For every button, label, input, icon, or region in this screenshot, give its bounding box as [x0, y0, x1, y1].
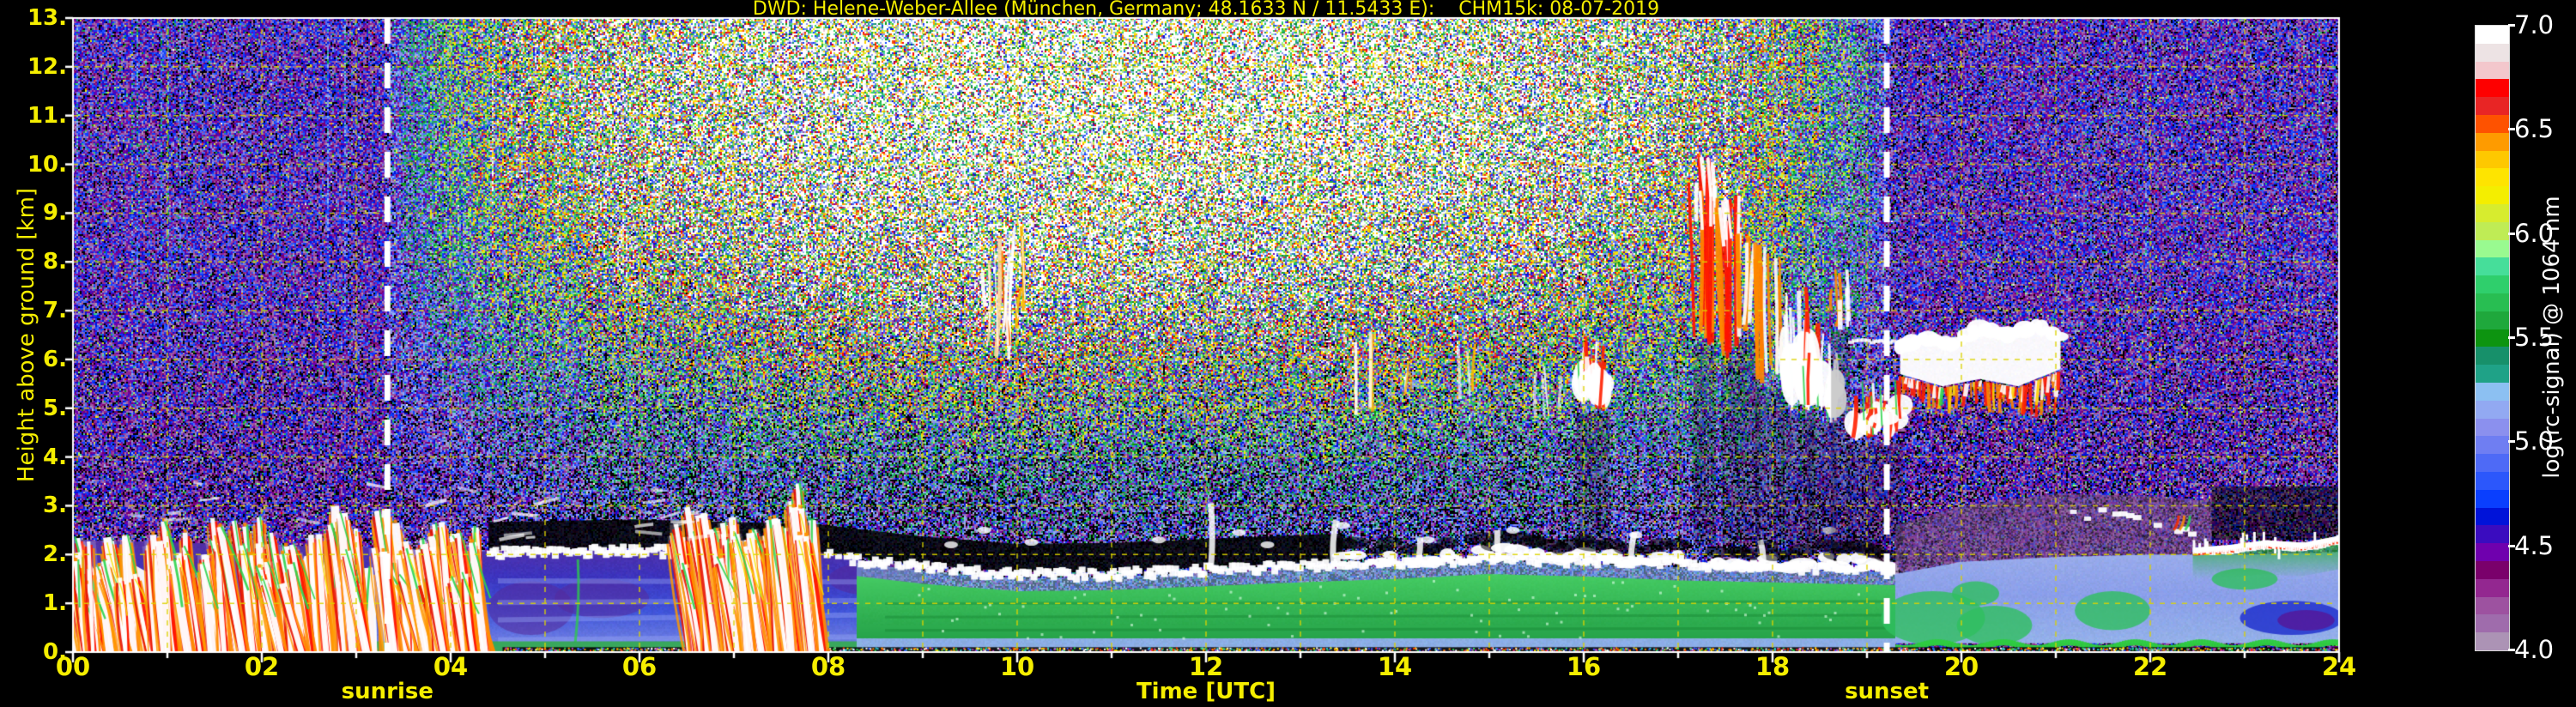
- colorbar-band: [2476, 79, 2509, 98]
- colorbar-band: [2476, 150, 2509, 169]
- colorbar-band: [2476, 632, 2509, 650]
- colorbar-band: [2476, 507, 2509, 526]
- x-tick-label: 20: [1943, 652, 1979, 681]
- x-tick-label: 18: [1755, 652, 1791, 681]
- x-tick-label: 08: [810, 652, 846, 681]
- x-tick-label: 06: [621, 652, 658, 681]
- y-tick-label: 10.: [27, 151, 67, 178]
- colorbar-band: [2476, 489, 2509, 508]
- colorbar-band: [2476, 436, 2509, 455]
- colorbar-band: [2476, 293, 2509, 311]
- colorbar-band: [2476, 454, 2509, 472]
- colorbar-band: [2476, 614, 2509, 633]
- y-tick-label: 12.: [27, 53, 67, 80]
- colorbar-band: [2476, 418, 2509, 437]
- y-tick-label: 5.: [43, 395, 67, 421]
- colorbar-band: [2476, 168, 2509, 187]
- colorbar-band: [2476, 61, 2509, 80]
- x-tick-label: 04: [433, 652, 469, 681]
- heatmap-canvas: [0, 0, 2576, 707]
- ceilometer-quicklook-figure: DWD: Helene-Weber-Allee (München, German…: [0, 0, 2576, 707]
- y-tick-label: 8.: [43, 249, 67, 275]
- colorbar-band: [2476, 186, 2509, 204]
- y-tick-label: 2.: [43, 541, 67, 568]
- colorbar-band: [2476, 239, 2509, 258]
- y-tick-label: 4.: [43, 444, 67, 470]
- colorbar-band: [2476, 114, 2509, 133]
- y-tick-label: 7.: [43, 298, 67, 324]
- colorbar-band: [2476, 275, 2509, 293]
- y-tick-label: 1.: [43, 590, 67, 617]
- colorbar-band: [2476, 203, 2509, 222]
- colorbar-band: [2476, 347, 2509, 366]
- colorbar-band: [2476, 132, 2509, 151]
- colorbar: [2475, 25, 2510, 651]
- colorbar-band: [2476, 257, 2509, 276]
- colorbar-band: [2476, 97, 2509, 115]
- x-tick-label: 16: [1566, 652, 1602, 681]
- colorbar-label: log(rc-signal) @ 1064 nm: [2539, 196, 2565, 479]
- colorbar-band: [2476, 471, 2509, 490]
- y-tick-label: 9.: [43, 200, 67, 227]
- x-tick-label: 02: [244, 652, 280, 681]
- colorbar-band: [2476, 382, 2509, 401]
- colorbar-band: [2476, 543, 2509, 561]
- colorbar-band: [2476, 525, 2509, 544]
- colorbar-band: [2476, 400, 2509, 419]
- y-tick-label: 13.: [27, 5, 67, 31]
- colorbar-band: [2476, 578, 2509, 597]
- colorbar-band: [2476, 365, 2509, 383]
- colorbar-band: [2476, 26, 2509, 44]
- x-tick-label: 24: [2321, 652, 2357, 681]
- y-tick-label: 6.: [43, 346, 67, 372]
- y-tick-label: 3.: [43, 492, 67, 519]
- colorbar-band: [2476, 560, 2509, 579]
- colorbar-band: [2476, 43, 2509, 62]
- colorbar-band: [2476, 596, 2509, 615]
- sunset-annotation-label: sunset: [1845, 679, 1930, 704]
- colorbar-band: [2476, 311, 2509, 329]
- x-tick-label: 00: [55, 652, 91, 681]
- x-tick-label: 10: [999, 652, 1035, 681]
- x-tick-label: 12: [1188, 652, 1224, 681]
- x-tick-label: 22: [2132, 652, 2168, 681]
- y-tick-label: 11.: [27, 102, 67, 129]
- x-tick-label: 14: [1377, 652, 1413, 681]
- colorbar-band: [2476, 221, 2509, 240]
- plot-title: DWD: Helene-Weber-Allee (München, German…: [752, 0, 1660, 20]
- colorbar-band: [2476, 329, 2509, 347]
- sunrise-annotation-label: sunrise: [341, 679, 433, 704]
